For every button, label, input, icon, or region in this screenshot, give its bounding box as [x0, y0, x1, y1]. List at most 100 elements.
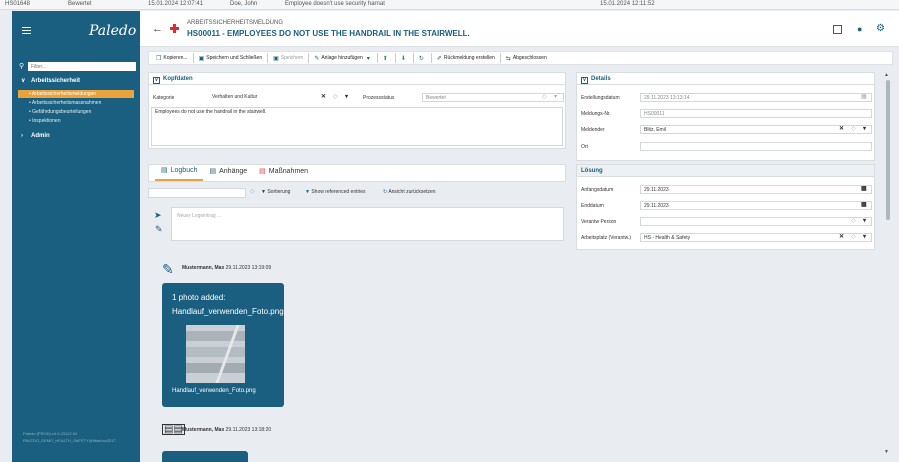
- paperclip-icon[interactable]: ✎: [155, 224, 163, 235]
- eye-icon[interactable]: ◇: [333, 93, 338, 100]
- user-icon[interactable]: ●: [857, 24, 862, 34]
- chevron-down-icon: ∨: [153, 77, 160, 84]
- eye-icon[interactable]: ◇: [851, 125, 856, 132]
- description-textarea[interactable]: Employees do not use the handrail in the…: [151, 107, 563, 146]
- send-icon[interactable]: ➤: [154, 210, 162, 221]
- logbook-icon: ▤: [161, 167, 168, 174]
- kopfdaten-header[interactable]: ∨ Kopfdaten: [149, 73, 565, 85]
- verantw-person-field[interactable]: [640, 217, 872, 226]
- loesung-header[interactable]: Lösung: [577, 165, 874, 177]
- entry-date: 29.11.2023 13:18:20: [225, 427, 272, 433]
- instance-text: PALEDO_DEMO_HEALTH_SAFETY@itbarbox2017: [23, 438, 116, 443]
- closed-button[interactable]: ⇆ Abgeschlossen: [503, 52, 550, 64]
- eye-icon[interactable]: ◇: [542, 93, 547, 100]
- clear-x-icon[interactable]: ✕: [839, 125, 844, 132]
- show-refs-label: Show referenced entries: [311, 189, 366, 195]
- erstellungsdatum-field[interactable]: 29.11.2023 13:13:14: [640, 93, 872, 102]
- main-content: ← ARBEITSSICHERHEITSMELDUNG HS00011 - EM…: [140, 11, 899, 462]
- attachment-entry-icon: ✎: [162, 261, 174, 277]
- log-entry-card: [162, 451, 248, 462]
- nav-item-massnahmen[interactable]: • Arbeitssicherheitsmassnahmen: [18, 99, 134, 107]
- panel-title: Kopfdaten: [163, 76, 193, 82]
- search-icon: ⚲: [19, 63, 25, 70]
- eye-icon[interactable]: ◇: [851, 233, 856, 240]
- dropdown-arrow-icon[interactable]: ▾: [345, 93, 348, 100]
- nav-item-gefaehrdung[interactable]: • Gefährdungsbeurteilungen: [18, 108, 134, 116]
- back-arrow-icon[interactable]: ←: [152, 23, 163, 35]
- arbeitsplatz-field[interactable]: HS - Health & Safety: [640, 233, 872, 242]
- refresh-button[interactable]: ↻: [416, 52, 429, 64]
- anfangsdatum-field[interactable]: 29.11.2023: [640, 185, 872, 194]
- paperclip-icon: ✎: [314, 55, 320, 62]
- toolbar-divider: [192, 53, 194, 63]
- hamburger-menu-icon[interactable]: [22, 27, 31, 34]
- save-close-button[interactable]: ▣ Speichern und Schließen: [196, 52, 266, 64]
- dropdown-arrow-icon[interactable]: ▾: [863, 217, 866, 224]
- meldender-field[interactable]: Blitz, Emil: [640, 125, 872, 134]
- details-header[interactable]: ∨ Details: [577, 73, 874, 85]
- eye-icon[interactable]: ◇: [250, 188, 255, 195]
- eye-icon[interactable]: ◇: [851, 217, 856, 224]
- copy-button[interactable]: ❐ Kopieren...: [153, 52, 191, 64]
- refresh-icon: ↻: [418, 55, 424, 62]
- feedback-button[interactable]: ✐ Rückmeldung erstellen: [434, 52, 498, 64]
- save-button[interactable]: ▣ Speichern: [270, 52, 306, 64]
- add-attachment-button[interactable]: ✎ Anlage hinzufügen ▾: [311, 52, 374, 64]
- enddatum-field[interactable]: 29.11.2023: [640, 201, 872, 210]
- tab-logbuch[interactable]: ▤ Logbuch: [155, 165, 204, 181]
- sort-button[interactable]: ▼ Sortierung: [261, 189, 290, 195]
- bg-user: Doe, John: [230, 1, 258, 7]
- calendar-icon[interactable]: ▦: [861, 185, 867, 192]
- anfangsdatum-label: Anfangsdatum: [581, 187, 614, 193]
- meldungsnr-field[interactable]: HS00011: [640, 109, 872, 118]
- gear-icon[interactable]: ⚙: [876, 23, 885, 34]
- copy-icon: ❐: [156, 55, 162, 62]
- arrow-down-icon: ⬇: [400, 55, 406, 62]
- nav-item-label: Inspektionen: [32, 118, 61, 124]
- nav-item-meldungen[interactable]: • Arbeitssicherheitsmeldungen: [18, 90, 134, 98]
- nav-item-label: Gefährdungsbeurteilungen: [32, 109, 92, 115]
- sidebar-header: Paledo: [12, 11, 140, 56]
- dropdown-arrow-icon[interactable]: ▾: [554, 93, 557, 100]
- tab-anhaenge[interactable]: ▤ Anhänge: [203, 165, 253, 181]
- clear-x-icon[interactable]: ✕: [839, 233, 844, 240]
- reset-view-button[interactable]: ↻ Ansicht zurücksetzen: [383, 189, 436, 195]
- logbook-search-input[interactable]: [148, 188, 246, 198]
- toolbar-divider: [308, 53, 310, 63]
- scroll-down-arrow-icon[interactable]: ▼: [884, 449, 889, 455]
- tab-label: Maßnahmen: [268, 167, 309, 175]
- dropdown-arrow-icon[interactable]: ▾: [863, 125, 866, 132]
- calendar-icon[interactable]: ▦: [861, 201, 867, 208]
- panel-title: Lösung: [581, 168, 603, 174]
- down-button[interactable]: ⬇: [398, 52, 411, 64]
- nav-item-inspektionen[interactable]: • Inspektionen: [18, 117, 134, 125]
- save-close-label: Speichern und Schließen: [206, 55, 263, 61]
- sidebar: Paledo ⚲ ∨ Arbeitssicherheit • Arbeitssic…: [12, 11, 140, 462]
- main-scrollbar[interactable]: [886, 80, 890, 220]
- closed-label: Abgeschlossen: [512, 55, 547, 61]
- ort-field[interactable]: [640, 142, 872, 151]
- nav-group-arbeitssicherheit[interactable]: ∨ Arbeitssicherheit: [21, 77, 80, 84]
- toolbar-divider: [499, 53, 501, 63]
- show-references-button[interactable]: ▼ Show referenced entries: [305, 189, 366, 195]
- dropdown-arrow-icon[interactable]: ▾: [863, 233, 866, 240]
- erstellungsdatum-label: Erstellungsdatum: [581, 95, 620, 101]
- reset-label: Ansicht zurücksetzen: [388, 189, 436, 195]
- scroll-up-arrow-icon[interactable]: ▲: [884, 72, 889, 78]
- clear-x-icon[interactable]: ✕: [321, 93, 326, 100]
- tab-massnahmen[interactable]: ▤ Maßnahmen: [253, 165, 314, 181]
- entry-title: 1 photo added:: [172, 293, 226, 302]
- kategorie-label: Kategorie: [153, 95, 175, 101]
- toolbar-divider: [394, 53, 396, 63]
- sort-label: Sortierung: [267, 189, 291, 195]
- copy-label: Kopieren...: [163, 55, 188, 61]
- new-log-entry-input[interactable]: Neuer Logeintrag ...: [171, 207, 564, 241]
- nav-group-admin[interactable]: › Admin: [21, 133, 50, 139]
- stair-photo-thumbnail[interactable]: [186, 325, 245, 383]
- new-window-icon[interactable]: [833, 25, 842, 34]
- up-button[interactable]: ⬆: [380, 52, 393, 64]
- calendar-icon[interactable]: ▦: [861, 93, 867, 100]
- loesung-panel: Lösung Anfangsdatum 29.11.2023 ▦ Enddatu…: [576, 164, 875, 250]
- toolbar-divider: [267, 53, 269, 63]
- filter-input[interactable]: [28, 62, 136, 71]
